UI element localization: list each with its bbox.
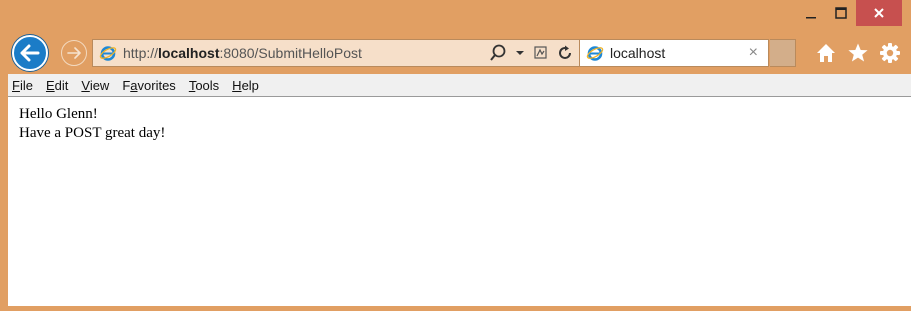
message-text: Have a POST great day!	[19, 125, 166, 141]
back-button[interactable]	[12, 35, 48, 71]
toolbar-icons	[815, 42, 901, 64]
menu-favorites[interactable]: Favorites	[122, 78, 175, 93]
menu-view[interactable]: View	[81, 78, 109, 93]
dropdown-arrow-icon[interactable]	[515, 49, 525, 57]
menu-help[interactable]: Help	[232, 78, 259, 93]
address-bar[interactable]: http://localhost:8080/SubmitHelloPost	[92, 39, 580, 67]
back-arrow-icon	[20, 44, 40, 62]
home-icon[interactable]	[815, 42, 837, 64]
settings-gear-icon[interactable]	[879, 42, 901, 64]
forward-arrow-icon	[67, 47, 81, 59]
menu-file[interactable]: File	[12, 78, 33, 93]
navigation-bar: http://localhost:8080/SubmitHelloPost lo…	[0, 34, 911, 72]
new-tab-button[interactable]	[770, 39, 796, 67]
greeting-text: Hello Glenn!	[19, 106, 98, 122]
search-icon[interactable]	[489, 44, 507, 62]
address-bar-tools	[489, 44, 573, 62]
ie-logo-icon	[586, 46, 604, 61]
ie-logo-icon	[99, 46, 117, 61]
refresh-icon[interactable]	[557, 45, 573, 61]
maximize-icon[interactable]	[826, 0, 856, 26]
favorites-star-icon[interactable]	[847, 42, 869, 64]
minimize-icon[interactable]	[796, 0, 826, 26]
menu-tools[interactable]: Tools	[189, 78, 219, 93]
url-text[interactable]: http://localhost:8080/SubmitHelloPost	[123, 45, 362, 61]
menu-edit[interactable]: Edit	[46, 78, 68, 93]
tab-localhost[interactable]: localhost ×	[580, 39, 769, 67]
forward-button[interactable]	[61, 40, 87, 66]
page-content: Hello Glenn! Have a POST great day!	[8, 97, 911, 306]
tab-title: localhost	[610, 45, 666, 61]
menu-bar: File Edit View Favorites Tools Help	[8, 74, 911, 97]
window-caption-buttons	[796, 0, 902, 26]
browser-window: http://localhost:8080/SubmitHelloPost lo…	[0, 0, 911, 311]
tab-close-icon[interactable]: ×	[749, 45, 758, 61]
close-icon[interactable]	[856, 0, 902, 26]
compatibility-view-icon[interactable]	[533, 45, 549, 61]
